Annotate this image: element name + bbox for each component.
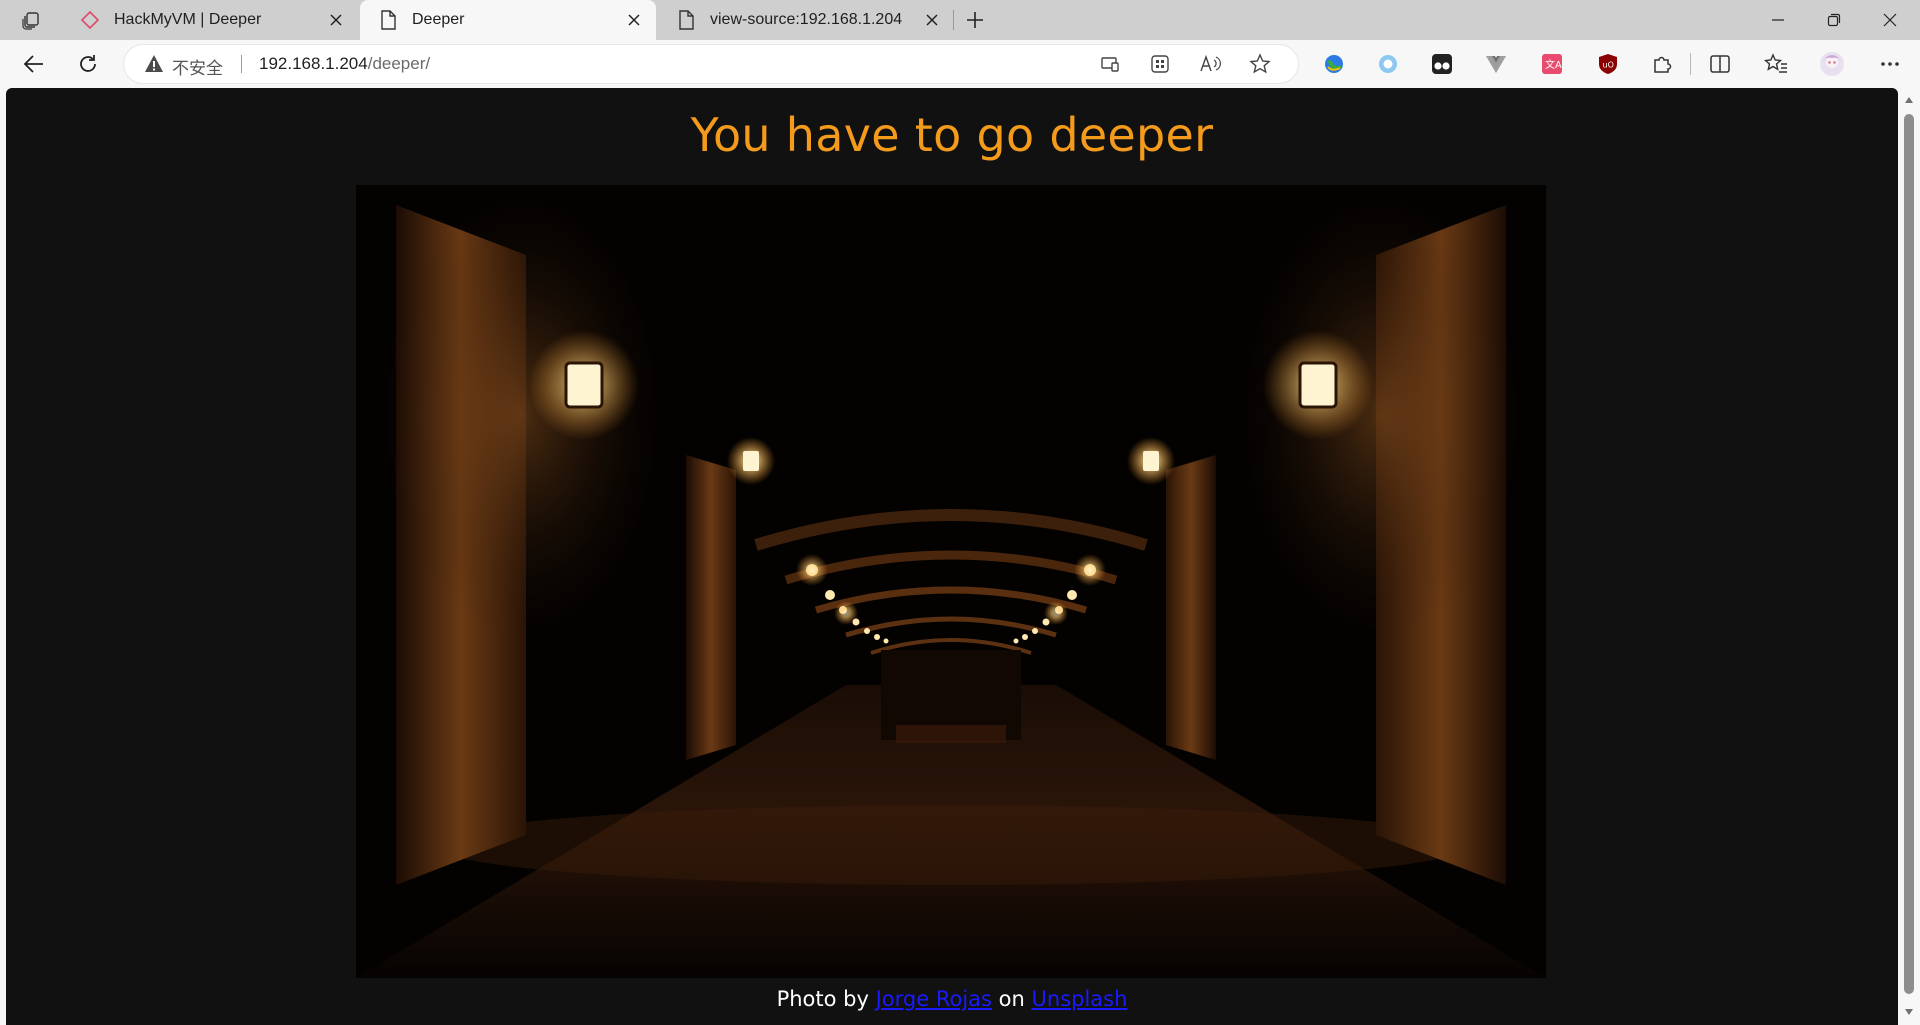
toolbar-separator xyxy=(1690,53,1691,75)
close-icon[interactable] xyxy=(620,6,648,34)
tab-hackmyvm[interactable]: HackMyVM | Deeper xyxy=(62,0,358,40)
apps-button[interactable] xyxy=(1144,48,1176,80)
caption-prefix: Photo by xyxy=(776,987,869,1011)
page-title: You have to go deeper xyxy=(690,108,1214,162)
tab-actions-icon xyxy=(22,12,39,30)
translate-extension-icon[interactable]: 文A xyxy=(1538,50,1566,78)
back-arrow-icon xyxy=(23,55,43,73)
corridor-photo xyxy=(356,185,1546,978)
read-aloud-button[interactable] xyxy=(1194,48,1226,80)
minimize-icon xyxy=(1772,19,1784,21)
svg-text:文A: 文A xyxy=(1545,58,1562,71)
caption-middle: on xyxy=(998,987,1025,1011)
more-dots-icon xyxy=(1881,62,1899,66)
unsplash-link[interactable]: Unsplash xyxy=(1032,987,1128,1011)
favorites-star-icon xyxy=(1764,53,1787,73)
tab-title: view-source:192.168.1.204 xyxy=(710,11,903,28)
browser-toolbar: 不安全 192.168.1.204/deeper/ 文A uO xyxy=(0,40,1920,88)
restore-icon xyxy=(1827,13,1841,27)
back-button[interactable] xyxy=(16,46,52,82)
refresh-button[interactable] xyxy=(70,46,106,82)
read-aloud-icon xyxy=(1200,54,1221,72)
page-icon xyxy=(378,10,398,30)
tab-title: Deeper xyxy=(412,11,465,28)
split-screen-button[interactable] xyxy=(1706,50,1734,78)
plus-icon xyxy=(967,12,983,28)
profile-avatar[interactable] xyxy=(1818,50,1846,78)
address-divider xyxy=(241,55,242,73)
ublock-icon[interactable]: uO xyxy=(1594,50,1622,78)
page-scrollbar[interactable] xyxy=(1898,88,1920,1025)
minimize-button[interactable] xyxy=(1750,0,1806,40)
photo-credit: Photo by Jorge Rojas on Unsplash xyxy=(6,987,1898,1011)
tab-deeper[interactable]: Deeper xyxy=(360,0,656,40)
svg-text:uO: uO xyxy=(1603,61,1614,70)
scroll-down-arrow-icon[interactable] xyxy=(1903,1006,1915,1018)
tab-separator xyxy=(953,10,954,30)
scrollbar-thumb[interactable] xyxy=(1904,114,1914,994)
close-window-button[interactable] xyxy=(1862,0,1918,40)
app-available-button[interactable] xyxy=(1094,48,1126,80)
restore-button[interactable] xyxy=(1806,0,1862,40)
refresh-icon xyxy=(80,55,96,72)
url-text[interactable]: 192.168.1.204/deeper/ xyxy=(259,54,430,74)
page-icon xyxy=(676,10,696,30)
hackmyvm-icon xyxy=(80,10,100,30)
split-screen-icon xyxy=(1710,55,1730,73)
tab-view-source[interactable]: view-source:192.168.1.204 xyxy=(658,0,954,40)
security-label[interactable]: 不安全 xyxy=(172,54,223,79)
globe-extension-icon[interactable] xyxy=(1320,50,1348,78)
favorite-button[interactable] xyxy=(1244,48,1276,80)
favorites-button[interactable] xyxy=(1762,50,1790,78)
close-icon xyxy=(1883,13,1897,27)
close-icon[interactable] xyxy=(918,6,946,34)
new-tab-button[interactable] xyxy=(958,4,992,36)
url-path: /deeper/ xyxy=(367,54,431,73)
tab-actions-button[interactable] xyxy=(14,6,48,34)
apps-grid-icon xyxy=(1151,55,1169,73)
corridor-image xyxy=(356,185,1546,978)
settings-more-button[interactable] xyxy=(1876,50,1904,78)
address-bar[interactable]: 不安全 192.168.1.204/deeper/ xyxy=(124,45,1298,83)
scroll-up-arrow-icon[interactable] xyxy=(1903,94,1915,106)
device-icon xyxy=(1101,57,1119,72)
tampermonkey-icon[interactable] xyxy=(1428,50,1456,78)
avatar-icon xyxy=(1820,52,1844,76)
url-host: 192.168.1.204 xyxy=(259,54,368,73)
page-viewport: You have to go deeper Photo by Jorge Roj… xyxy=(6,88,1898,1025)
warning-icon[interactable] xyxy=(144,54,164,74)
author-link[interactable]: Jorge Rojas xyxy=(876,987,992,1011)
circle-extension-icon[interactable] xyxy=(1374,50,1402,78)
tab-strip: HackMyVM | Deeper Deeper view-source:192… xyxy=(0,0,1920,40)
close-icon[interactable] xyxy=(322,6,350,34)
star-icon xyxy=(1249,53,1271,74)
tab-title: HackMyVM | Deeper xyxy=(114,11,262,28)
extensions-puzzle-icon[interactable] xyxy=(1648,50,1676,78)
vue-devtools-icon[interactable] xyxy=(1482,50,1510,78)
